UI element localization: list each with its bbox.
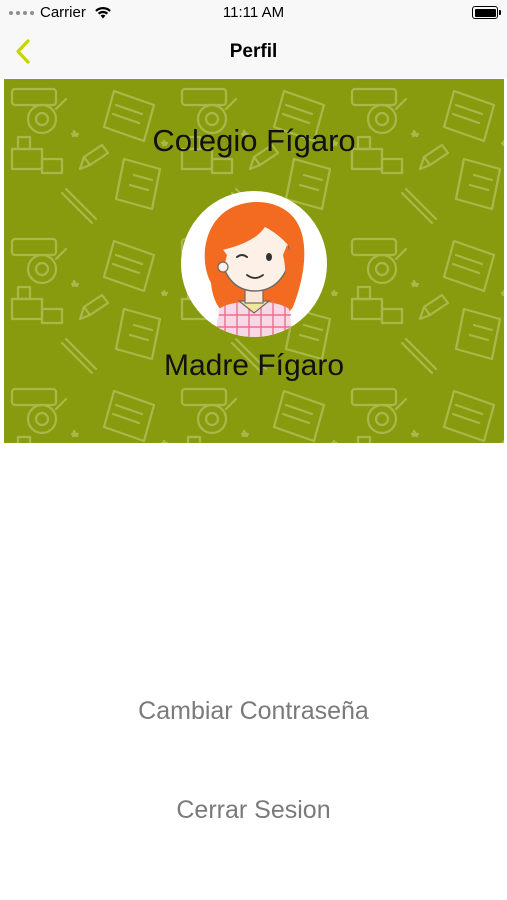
- logout-button[interactable]: Cerrar Sesion: [0, 796, 507, 825]
- change-password-button[interactable]: Cambiar Contraseña: [0, 697, 507, 726]
- avatar: [181, 191, 327, 337]
- user-name: Madre Fígaro: [163, 349, 345, 382]
- girl-avatar-icon: [204, 201, 305, 337]
- profile-header: Colegio Fígaro Madre Fígaro: [4, 79, 504, 443]
- battery-icon: [472, 6, 501, 19]
- page-title: Perfil: [229, 41, 278, 62]
- status-bar: Carrier 11:11 AM: [0, 0, 507, 26]
- navigation-bar: Perfil: [0, 26, 507, 78]
- school-name: Colegio Fígaro: [152, 123, 356, 158]
- status-time: 11:11 AM: [222, 4, 285, 21]
